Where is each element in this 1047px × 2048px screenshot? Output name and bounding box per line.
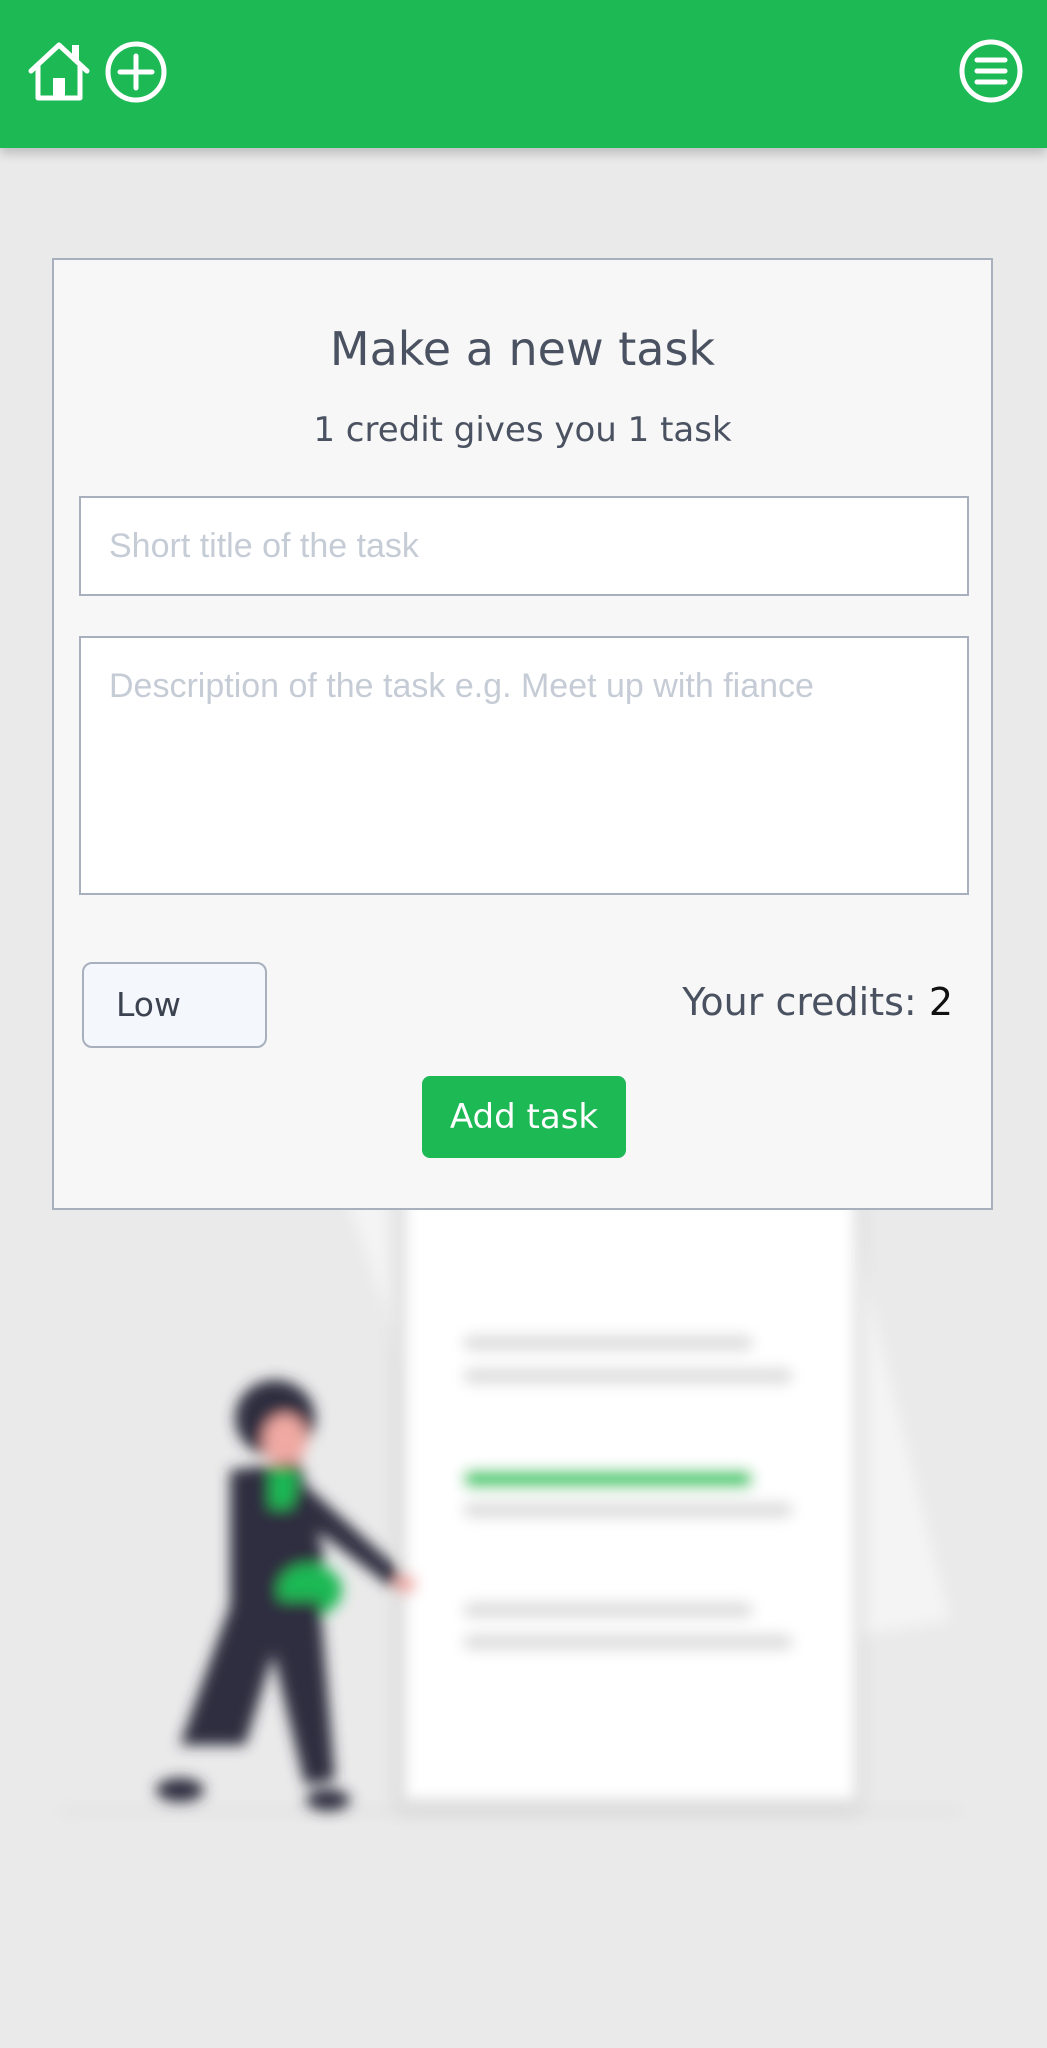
menu-icon[interactable] <box>958 38 1024 104</box>
card-title: Make a new task <box>329 322 716 376</box>
new-task-card: Make a new task 1 credit gives you 1 tas… <box>52 258 993 1210</box>
credits-display: Your credits: 2 <box>682 980 953 1024</box>
task-title-input[interactable] <box>79 496 969 596</box>
task-description-input[interactable] <box>79 636 969 895</box>
top-navigation-bar <box>0 0 1047 148</box>
priority-select[interactable]: Low <box>82 962 267 1048</box>
credit-info-text: 1 credit gives you 1 task <box>313 410 732 450</box>
home-icon[interactable] <box>26 40 92 102</box>
priority-selected-value: Low <box>116 985 181 1024</box>
credits-label: Your credits: <box>682 980 917 1024</box>
credits-value: 2 <box>928 980 953 1024</box>
add-task-button[interactable]: Add task <box>422 1076 626 1158</box>
add-task-icon[interactable] <box>104 40 168 104</box>
